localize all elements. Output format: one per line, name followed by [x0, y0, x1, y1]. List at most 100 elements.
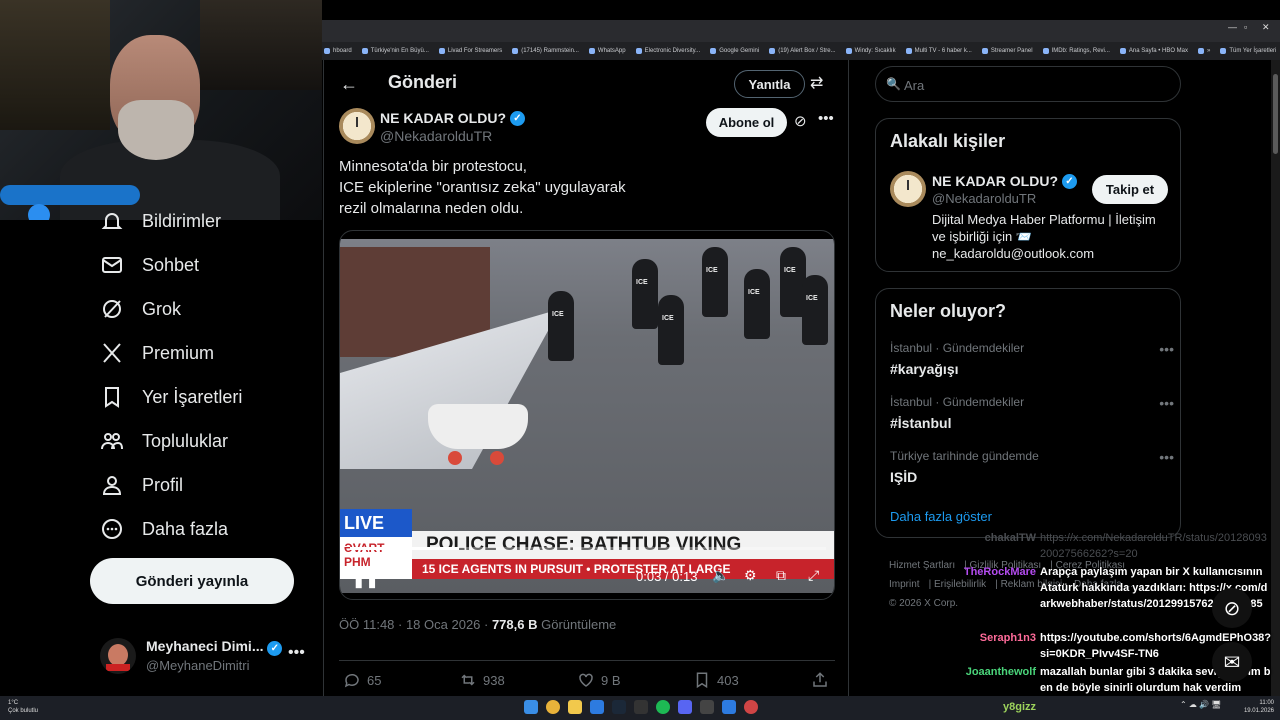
- page-title: Gönderi: [388, 72, 458, 92]
- weather-widget[interactable]: 1°C Çok bulutlu: [8, 699, 38, 715]
- nav-chat[interactable]: Sohbet: [100, 250, 199, 280]
- footer-link[interactable]: Hizmet Şartları: [889, 560, 955, 571]
- bookmark-item[interactable]: Google Gemini: [710, 48, 759, 54]
- more-icon[interactable]: •••: [1159, 341, 1174, 357]
- bookmark-item[interactable]: IMDb: Ratings, Revi...: [1042, 48, 1110, 54]
- pause-icon[interactable]: ❚❚: [352, 569, 379, 589]
- settings-gear-icon[interactable]: ⚙: [744, 567, 757, 584]
- account-switcher[interactable]: Meyhaneci Dimi... ✓ @MeyhaneDimitri •••: [100, 636, 310, 676]
- trend-item[interactable]: İstanbul · Gündemdekiler #karyağışı •••: [890, 341, 1180, 385]
- bookmark-item[interactable]: Tüm Yer İşaretleri: [1220, 48, 1276, 54]
- more-icon[interactable]: •••: [288, 644, 305, 662]
- author-handle[interactable]: @NekadarolduTR: [380, 128, 492, 144]
- bookmark-item[interactable]: Windy: Sıcaklık: [845, 48, 896, 54]
- related-handle[interactable]: @NekadarolduTR: [932, 191, 1036, 206]
- taskbar-clock[interactable]: 11:00 19.01.2026: [1238, 699, 1274, 715]
- stream-nick: y8gizz: [1003, 701, 1037, 713]
- app-icon[interactable]: [722, 700, 736, 714]
- account-handle: @MeyhaneDimitri: [146, 658, 250, 673]
- trend-item[interactable]: Türkiye tarihinde gündemde IŞİD •••: [890, 449, 1180, 493]
- avatar: [100, 638, 136, 674]
- grok-icon[interactable]: ⊘: [794, 112, 807, 130]
- related-name[interactable]: NE KADAR OLDU? ✓: [932, 173, 1077, 189]
- bookmark-item[interactable]: Livad For Streamers: [438, 48, 502, 54]
- file-explorer-icon[interactable]: [568, 700, 582, 714]
- repost-action[interactable]: 938: [459, 671, 505, 689]
- related-bio: Dijital Medya Haber Platformu | İletişim…: [932, 212, 1156, 261]
- browser-toolbar: [322, 20, 1280, 42]
- nav-grok[interactable]: Grok: [100, 294, 181, 324]
- close-window-icon[interactable]: ✕: [1262, 22, 1270, 33]
- author-avatar[interactable]: [339, 108, 375, 144]
- more-icon[interactable]: •••: [1159, 449, 1174, 465]
- grok-fab-icon[interactable]: ⊘: [1212, 588, 1252, 628]
- bookmark-item[interactable]: Multi TV - 6 haber k...: [905, 48, 972, 54]
- chat-username: chakalTW: [984, 532, 1036, 544]
- spotify-icon[interactable]: [656, 700, 670, 714]
- filter-sliders-icon[interactable]: ⇄: [810, 73, 823, 93]
- app-icon[interactable]: [590, 700, 604, 714]
- more-icon[interactable]: •••: [818, 110, 834, 127]
- windows-taskbar: 1°C Çok bulutlu y8gizz ⌃ ☁ 🔊 🖥 11:00 19.01…: [0, 696, 1280, 720]
- video-headline: POLICE CHASE: BATHTUB VIKING: [412, 531, 834, 559]
- bookmark-item[interactable]: Streamer Panel: [981, 48, 1033, 54]
- app-icon[interactable]: [700, 700, 714, 714]
- video-player[interactable]: ICE ICE ICE ICE ICE ICE ICE LIVE ƏVARTPH…: [339, 230, 835, 600]
- nav-profile[interactable]: Profil: [100, 470, 183, 500]
- nav-premium[interactable]: Premium: [100, 338, 214, 368]
- bookmark-favicon-icon: [769, 48, 776, 54]
- trend-item[interactable]: İstanbul · Gündemdekiler #İstanbul •••: [890, 395, 1180, 439]
- picture-in-picture-icon[interactable]: ⧉: [776, 567, 786, 584]
- search-input[interactable]: [904, 75, 1164, 95]
- minimize-icon[interactable]: —: [1228, 22, 1237, 32]
- author-name[interactable]: NE KADAR OLDU? ✓: [380, 110, 525, 126]
- steam-icon[interactable]: [612, 700, 626, 714]
- bookmark-item[interactable]: hboard: [324, 48, 352, 54]
- nav-notifications[interactable]: Bildirimler: [100, 206, 221, 236]
- bookmark-item[interactable]: Türkiye'nin En Büyü...: [361, 48, 429, 54]
- maximize-icon[interactable]: ▫: [1244, 22, 1247, 32]
- nav-label: Grok: [142, 298, 182, 319]
- follow-button[interactable]: Takip et: [1092, 175, 1168, 204]
- video-progress-bar[interactable]: [350, 547, 826, 550]
- messages-fab-icon[interactable]: ✉: [1212, 642, 1252, 682]
- bookmark-item[interactable]: (19) Alert Box / Stre...: [769, 48, 836, 54]
- share-action[interactable]: [811, 671, 829, 689]
- show-more-link[interactable]: Daha fazla göster: [890, 509, 992, 524]
- related-avatar[interactable]: [890, 171, 926, 207]
- post-meta: ÖÖ 11:48 · 18 Oca 2026 · 778,6 B Görüntü…: [339, 617, 617, 632]
- search-icon: 🔍: [886, 77, 901, 91]
- bookmark-item[interactable]: Electronic Diversity...: [635, 48, 700, 54]
- nav-more[interactable]: Daha fazla: [100, 514, 228, 544]
- nav-bookmarks[interactable]: Yer İşaretleri: [100, 382, 242, 412]
- video-subheadline: 15 ICE AGENTS IN PURSUIT • PROTESTER AT …: [412, 559, 834, 579]
- discord-icon[interactable]: [678, 700, 692, 714]
- fullscreen-icon[interactable]: ⤢: [808, 567, 819, 584]
- post-compose-button[interactable]: Gönderi yayınla: [90, 558, 294, 604]
- search-box[interactable]: 🔍: [875, 66, 1181, 102]
- bookmark-item[interactable]: WhatsApp: [588, 48, 626, 54]
- app-icon[interactable]: [634, 700, 648, 714]
- account-name: Meyhaneci Dimi... ✓: [146, 638, 283, 656]
- start-windows-icon[interactable]: [524, 700, 538, 714]
- more-icon[interactable]: •••: [1159, 395, 1174, 411]
- bookmark-item[interactable]: (17145) Rammstein...: [512, 48, 579, 54]
- bookmark-item[interactable]: Ana Sayfa • HBO Max: [1119, 48, 1188, 54]
- grok-icon: [103, 300, 121, 318]
- bookmark-item[interactable]: »: [1198, 48, 1210, 54]
- system-tray[interactable]: ⌃ ☁ 🔊 🖥: [1180, 700, 1222, 709]
- chat-username: Seraph1n3: [979, 632, 1036, 644]
- reply-button[interactable]: Yanıtla: [734, 70, 805, 98]
- footer-link[interactable]: Imprint: [889, 579, 920, 590]
- nav-communities[interactable]: Topluluklar: [100, 426, 228, 456]
- reply-action[interactable]: 65: [343, 671, 381, 689]
- subscribe-button[interactable]: Abone ol: [706, 108, 787, 137]
- profile-icon: [102, 476, 122, 495]
- back-arrow-icon[interactable]: ←: [340, 74, 358, 95]
- chrome-icon[interactable]: [546, 700, 560, 714]
- app-icon[interactable]: [744, 700, 758, 714]
- like-action[interactable]: 9 B: [577, 671, 621, 689]
- bookmark-action[interactable]: 403: [693, 671, 739, 689]
- bookmark-favicon-icon: [981, 48, 988, 54]
- volume-icon[interactable]: 🔈: [712, 567, 729, 584]
